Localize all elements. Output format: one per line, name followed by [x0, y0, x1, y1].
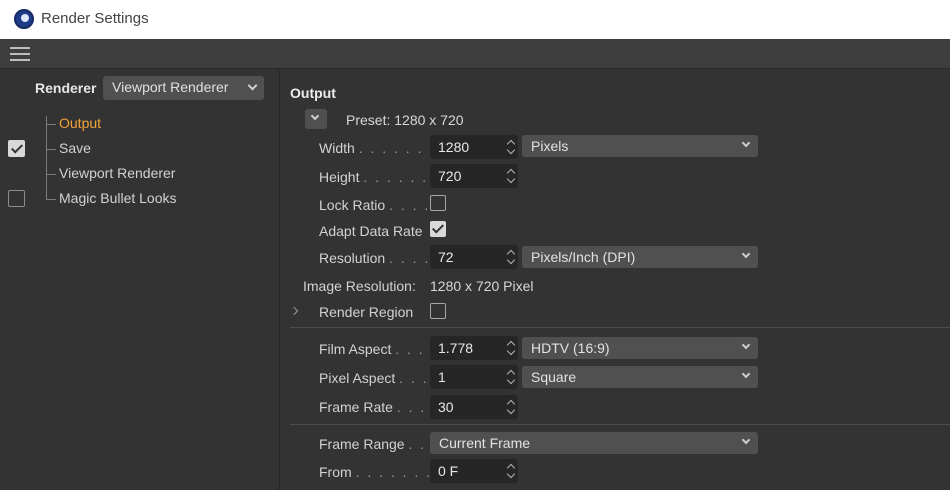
chevron-down-icon [247, 80, 258, 91]
lock-ratio-label: Lock Ratio . . . . [319, 197, 431, 213]
menu-bar [0, 39, 950, 69]
app-logo-icon [14, 9, 34, 29]
pixel-aspect-label: Pixel Aspect . . . [319, 370, 429, 386]
window-title: Render Settings [41, 10, 149, 27]
divider [290, 424, 950, 425]
tree-item-label: Output [59, 115, 102, 131]
preset-label: Preset: 1280 x 720 [346, 112, 464, 128]
from-input[interactable]: 0 F [430, 459, 518, 483]
output-settings-panel: Output Preset: 1280 x 720 Width . . . . … [281, 70, 950, 490]
renderer-dropdown[interactable]: Viewport Renderer [103, 76, 264, 100]
spinner-arrows-icon[interactable] [506, 462, 516, 480]
section-title: Output [290, 85, 336, 101]
chevron-down-icon [741, 369, 751, 379]
frame-range-label: Frame Range . . [319, 436, 427, 452]
resolution-unit-dropdown[interactable]: Pixels/Inch (DPI) [522, 246, 758, 268]
chevron-down-icon [741, 340, 751, 350]
film-aspect-input[interactable]: 1.778 [430, 336, 518, 360]
spinner-arrows-icon[interactable] [506, 339, 516, 357]
renderer-label: Renderer [35, 80, 97, 96]
frame-range-dropdown[interactable]: Current Frame [430, 432, 758, 454]
tree-item-label: Viewport Renderer [59, 165, 176, 181]
tree-item-label: Magic Bullet Looks [59, 190, 177, 206]
frame-rate-input[interactable]: 30 [430, 395, 518, 419]
tree-item-label: Save [59, 140, 91, 156]
hamburger-menu-icon[interactable] [10, 47, 30, 61]
height-input[interactable]: 720 [430, 164, 518, 188]
spinner-arrows-icon[interactable] [506, 248, 516, 266]
height-label: Height . . . . . . [319, 169, 429, 185]
film-aspect-label: Film Aspect . . . [319, 341, 425, 357]
spinner-arrows-icon[interactable] [506, 167, 516, 185]
tree-connector [46, 116, 47, 200]
resolution-label: Resolution . . . . [319, 250, 431, 266]
spinner-arrows-icon[interactable] [506, 368, 516, 386]
width-label: Width . . . . . . . [319, 140, 436, 156]
render-region-label: Render Region [319, 304, 414, 320]
chevron-down-icon [741, 138, 751, 148]
image-resolution-label: Image Resolution: [303, 278, 416, 294]
adapt-data-rate-checkbox[interactable] [430, 221, 446, 237]
pixel-aspect-dropdown[interactable]: Square [522, 366, 758, 388]
renderer-dropdown-value: Viewport Renderer [112, 79, 229, 95]
chevron-down-icon [741, 249, 751, 259]
width-input[interactable]: 1280 [430, 135, 518, 159]
magic-bullet-looks-checkbox[interactable] [8, 190, 25, 207]
spinner-arrows-icon[interactable] [506, 138, 516, 156]
resolution-input[interactable]: 72 [430, 245, 518, 269]
save-enable-checkbox[interactable] [8, 140, 25, 157]
frame-rate-label: Frame Rate . . . [319, 399, 427, 415]
lock-ratio-checkbox[interactable] [430, 195, 446, 211]
chevron-down-icon [741, 435, 751, 445]
pixel-aspect-input[interactable]: 1 [430, 365, 518, 389]
film-aspect-dropdown[interactable]: HDTV (16:9) [522, 337, 758, 359]
chevron-down-icon [310, 111, 320, 121]
image-resolution-value: 1280 x 720 Pixel [430, 278, 534, 294]
chevron-right-icon[interactable] [289, 306, 299, 316]
divider [290, 327, 950, 328]
width-unit-dropdown[interactable]: Pixels [522, 135, 758, 157]
render-region-checkbox[interactable] [430, 303, 446, 319]
from-label: From . . . . . . . [319, 464, 433, 480]
preset-dropdown-button[interactable] [305, 109, 327, 129]
spinner-arrows-icon[interactable] [506, 398, 516, 416]
title-bar: Render Settings [0, 0, 950, 39]
adapt-data-rate-label: Adapt Data Rate [319, 223, 423, 239]
settings-tree-panel: Renderer Viewport Renderer Output Save V… [0, 70, 280, 490]
